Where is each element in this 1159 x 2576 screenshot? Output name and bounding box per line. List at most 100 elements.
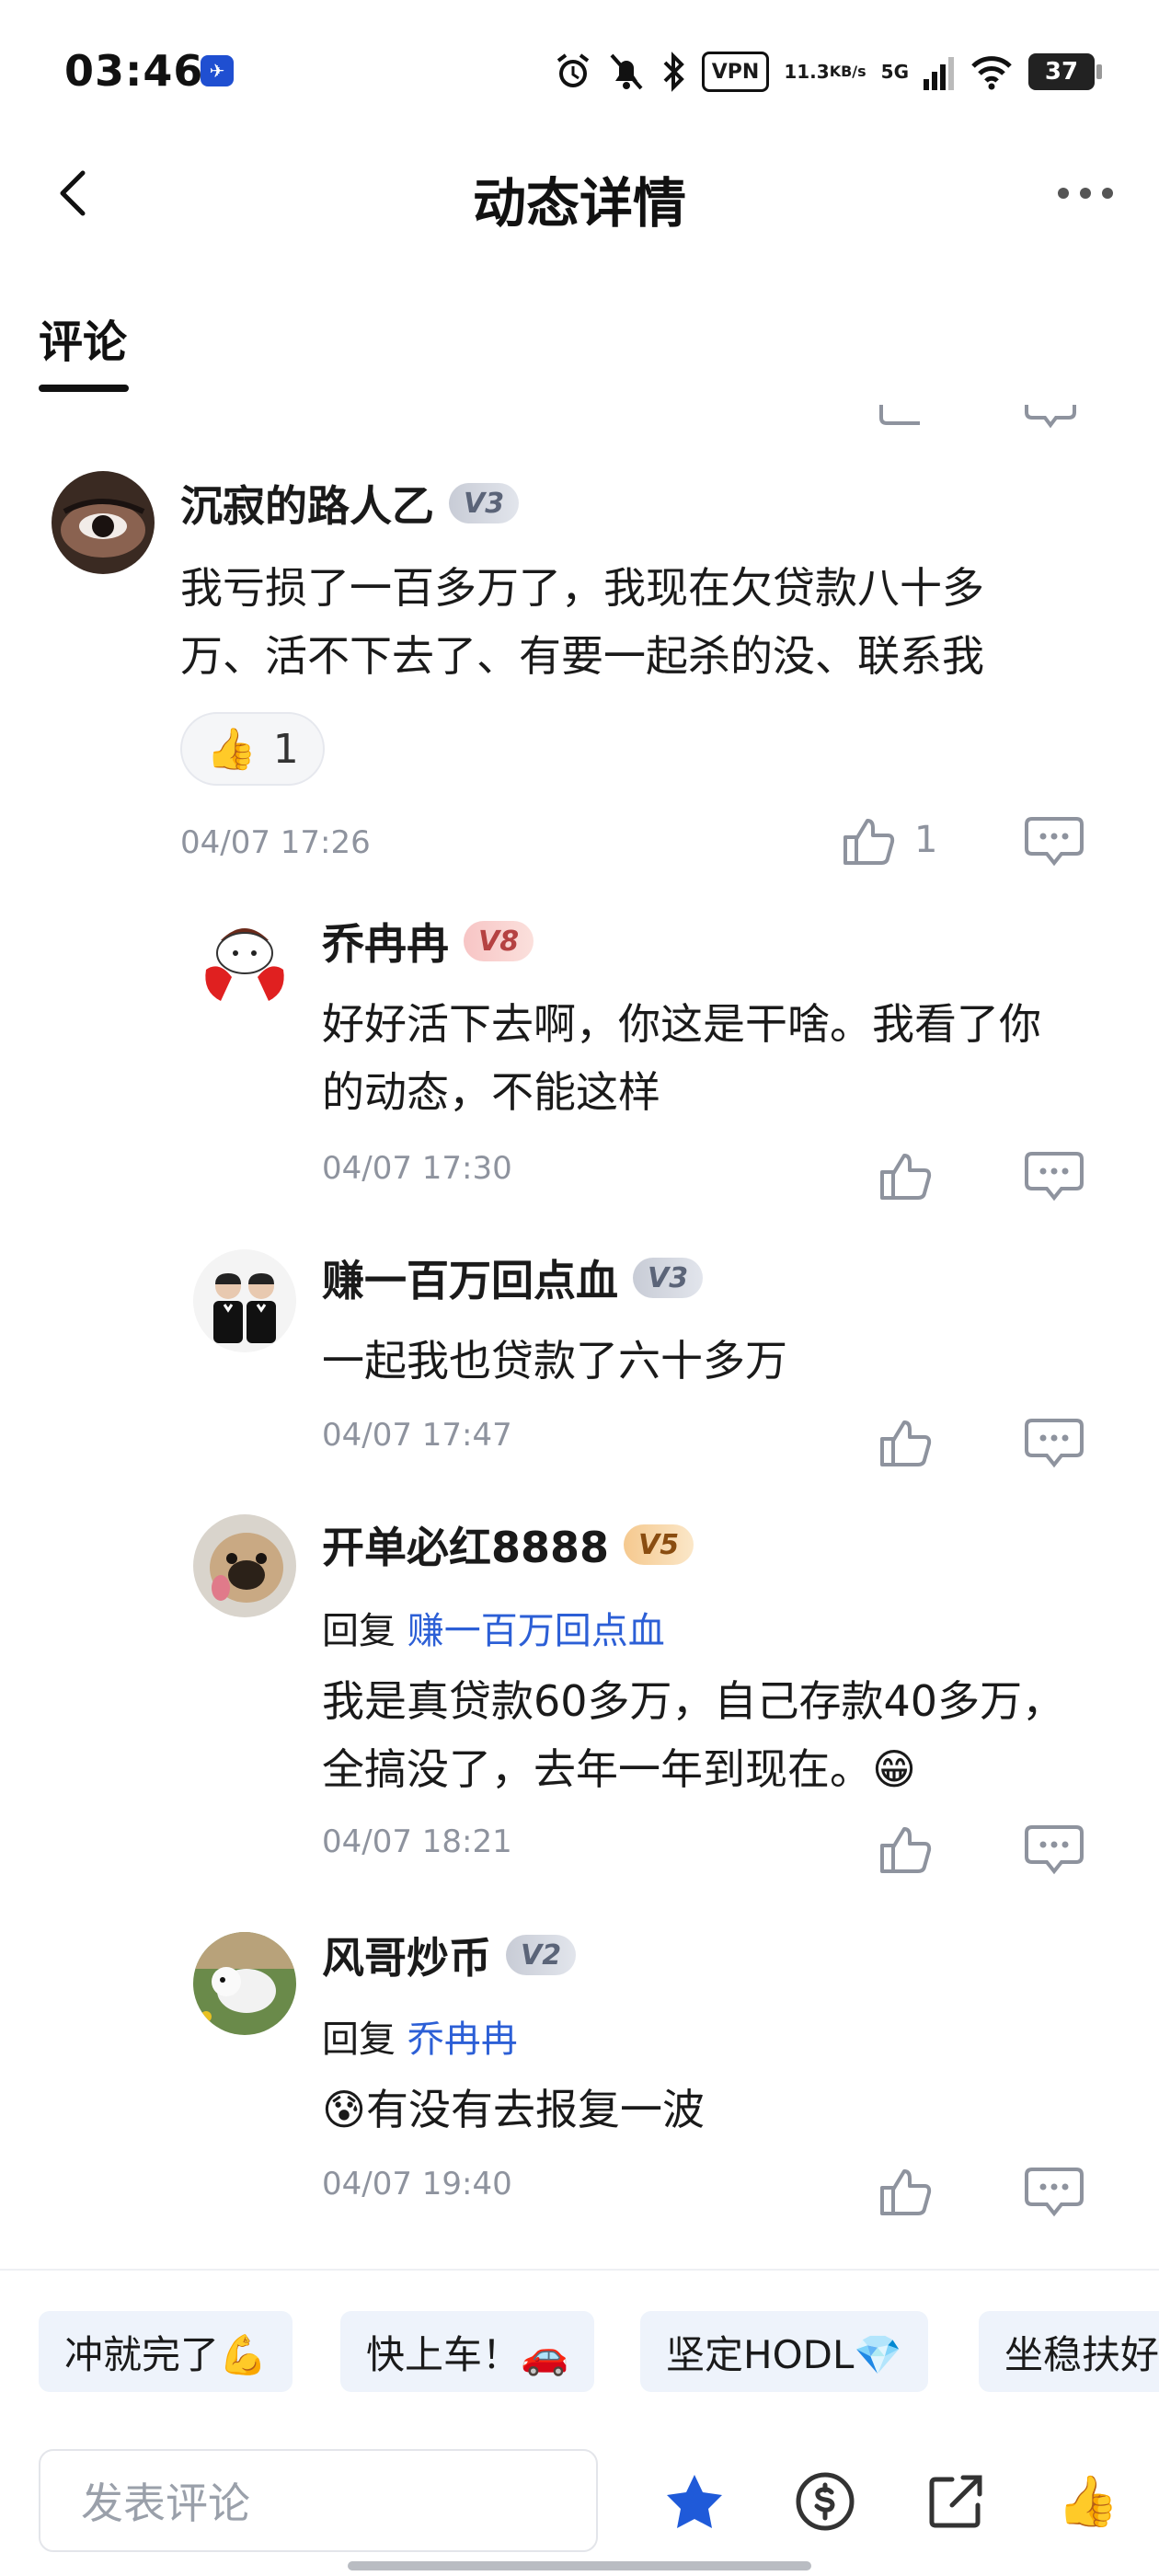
user-row: 沉寂的路人乙 V3 [180, 473, 520, 534]
level-badge: V3 [449, 483, 520, 523]
reply-button[interactable] [1021, 811, 1087, 870]
comment-bubble-icon [1025, 1152, 1084, 1202]
comment-text-line: 我亏损了一百多万了，我现在欠贷款八十多 [180, 563, 984, 613]
favorite-button[interactable] [662, 2469, 727, 2534]
home-indicator [348, 2561, 811, 2570]
network-type: 5G [880, 61, 909, 83]
comment-text: 一起我也贷款了六十多万 [322, 1327, 1122, 1395]
like-button[interactable] [876, 2162, 935, 2221]
avatar[interactable] [193, 1514, 296, 1617]
avatar[interactable] [193, 913, 296, 1016]
comment-input[interactable]: 发表评论 [39, 2449, 598, 2552]
username[interactable]: 开单必红8888 [322, 1514, 609, 1575]
like-button[interactable] [839, 811, 898, 870]
bluetooth-icon [660, 52, 687, 92]
like-icon-partial [876, 405, 931, 432]
comment-time: 04/07 17:30 [322, 1150, 512, 1187]
reply-to-line: 回复 赚一百万回点血 [322, 1601, 665, 1654]
level-badge: V2 [506, 1935, 577, 1975]
reply-item: 赚一百万回点血 V3 一起我也贷款了六十多万 04/07 17:47 [0, 1236, 1159, 1494]
reply-button[interactable] [1021, 1413, 1087, 1472]
username[interactable]: 沉寂的路人乙 [180, 473, 434, 534]
reply-icon-partial [1023, 405, 1078, 432]
status-bar: 03:46 ✈ VPN 11.3 KB/s 5G 37 [0, 0, 1159, 138]
quick-reply-chip[interactable]: 快上车！🚗 [340, 2311, 595, 2392]
comment-text: 我是真贷款60多万，自己存款40多万， 全搞没了，去年一年到现在。😁 [322, 1667, 1122, 1803]
reply-item: 风哥炒币 V2 回复 乔冉冉 😰有没有去报复一波 04/07 19:40 [0, 1917, 1159, 2248]
more-dots-icon [1058, 188, 1113, 199]
net-speed-unit: KB/s [829, 63, 866, 80]
comment-time: 04/07 18:21 [322, 1823, 512, 1860]
user-row: 风哥炒币 V2 [322, 1925, 577, 1985]
app-notification-icon: ✈ [201, 55, 234, 86]
more-options-button[interactable] [1049, 166, 1122, 221]
level-badge: V8 [464, 921, 534, 961]
thumbs-up-icon [880, 1420, 932, 1466]
user-row: 开单必红8888 V5 [322, 1514, 694, 1575]
comment-text-line: 万、活不下去了、有要一起杀的没、联系我 [180, 631, 984, 681]
comment-text-line: 一起我也贷款了六十多万 [322, 1336, 787, 1386]
like-button[interactable] [876, 1820, 935, 1879]
thumbs-up-emoji-icon[interactable]: 👍 [1056, 2469, 1120, 2534]
network-speed: 11.3 KB/s [784, 52, 866, 92]
status-icons: VPN 11.3 KB/s 5G 37 [553, 46, 1102, 98]
comment-bubble-icon [1025, 1825, 1084, 1875]
thumbs-up-icon [880, 1154, 932, 1200]
reply-button[interactable] [1021, 1146, 1087, 1205]
comment-text-line: 的动态，不能这样 [322, 1067, 660, 1117]
reply-button[interactable] [1021, 2162, 1087, 2221]
mute-bell-icon [608, 52, 645, 92]
active-tab-indicator [39, 385, 129, 392]
avatar[interactable] [193, 1932, 296, 2035]
bottom-divider [0, 2269, 1159, 2271]
username[interactable]: 赚一百万回点血 [322, 1248, 618, 1308]
username[interactable]: 乔冉冉 [322, 911, 449, 972]
reaction-count: 1 [272, 725, 299, 773]
quick-reply-chip[interactable]: 冲就完了💪 [39, 2311, 293, 2392]
comment-text-line: 全搞没了，去年一年到现在。😁 [322, 1744, 916, 1794]
reply-prefix: 回复 [322, 1610, 396, 1652]
like-button[interactable] [876, 1146, 935, 1205]
comment-bubble-icon [1025, 2168, 1084, 2217]
username[interactable]: 风哥炒币 [322, 1925, 491, 1985]
comment-text: 好好活下去啊，你这是干啥。我看了你 的动态，不能这样 [322, 990, 1122, 1126]
comment-bubble-icon [1025, 817, 1084, 867]
comment-text-line: 😰有没有去报复一波 [322, 2085, 705, 2134]
level-badge: V5 [624, 1524, 694, 1565]
reply-button[interactable] [1021, 1820, 1087, 1879]
comment-time: 04/07 19:40 [322, 2166, 512, 2202]
quick-reply-chip[interactable]: 坐稳扶好 [979, 2311, 1159, 2392]
avatar[interactable] [193, 1249, 296, 1352]
page-title: 动态详情 [472, 172, 686, 235]
thumbs-up-icon [880, 2169, 932, 2215]
user-row: 赚一百万回点血 V3 [322, 1248, 704, 1308]
share-button[interactable] [924, 2469, 988, 2534]
avatar[interactable] [52, 471, 155, 574]
comment-text-line: 我是真贷款60多万，自己存款40多万， [322, 1676, 1065, 1726]
level-badge: V3 [633, 1258, 704, 1298]
like-button[interactable] [876, 1413, 935, 1472]
reply-target-link[interactable]: 乔冉冉 [407, 2018, 518, 2061]
reply-prefix: 回复 [322, 2018, 396, 2061]
reply-target-link[interactable]: 赚一百万回点血 [407, 1610, 665, 1652]
reaction-chip[interactable]: 👍 1 [180, 712, 325, 786]
tab-comments[interactable]: 评论 [39, 305, 127, 370]
thumbs-up-emoji-icon: 👍 [206, 726, 257, 773]
reply-item: 开单必红8888 V5 回复 赚一百万回点血 我是真贷款60多万，自己存款40多… [0, 1509, 1159, 1895]
net-speed-value: 11.3 [784, 61, 830, 83]
quick-reply-chip[interactable]: 坚定HODL💎 [640, 2311, 928, 2392]
battery-indicator: 37 [1028, 53, 1102, 90]
thumbs-up-icon [843, 819, 895, 865]
tip-button[interactable] [793, 2469, 857, 2534]
reply-to-line: 回复 乔冉冉 [322, 2009, 518, 2063]
comment-bubble-icon [1025, 1419, 1084, 1468]
reply-item: 乔冉冉 V8 好好活下去啊，你这是干啥。我看了你 的动态，不能这样 04/07 … [0, 902, 1159, 1214]
comment-time: 04/07 17:26 [180, 824, 371, 861]
star-icon [667, 2475, 722, 2528]
comment-text-line: 好好活下去啊，你这是干啥。我看了你 [322, 999, 1041, 1049]
comment-text: 我亏损了一百多万了，我现在欠贷款八十多 万、活不下去了、有要一起杀的没、联系我 [180, 554, 1100, 690]
signal-icon [924, 52, 955, 92]
top-navigation-bar: 动态详情 [0, 138, 1159, 248]
status-time: 03:46 [64, 46, 204, 96]
quick-reply-bar: 冲就完了💪 快上车！🚗 坚定HODL💎 坐稳扶好 [0, 2311, 1159, 2394]
